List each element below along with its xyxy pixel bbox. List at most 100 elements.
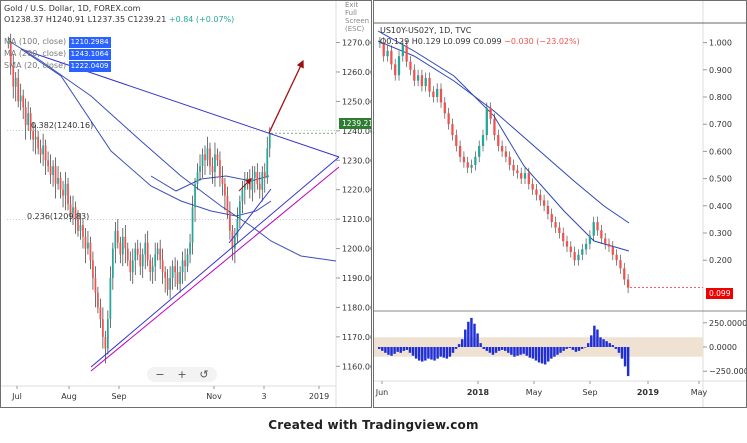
oscillator-bar — [614, 347, 618, 349]
price-tick-label: 1260.00 — [342, 68, 372, 77]
gold-candle-up — [236, 219, 239, 237]
oscillator-bar — [510, 347, 513, 355]
spread-candle-down — [455, 135, 458, 146]
oscillator-bar — [405, 347, 409, 350]
oscillator-bar — [531, 347, 535, 359]
oscillator-bar — [384, 347, 387, 353]
oscillator-bar — [605, 341, 608, 347]
gold-candle-down — [119, 242, 122, 255]
gold-candle-up — [241, 189, 244, 202]
spread-tick-label: 1.000 — [709, 39, 732, 48]
spread-candle-down — [451, 124, 454, 136]
spread-candle-down — [405, 45, 408, 62]
spread-candle-up — [523, 173, 527, 179]
gold-chart-panel[interactable]: 1160.00 1170.00 1180.00 1190.00 1200.00 1210.… — [0, 0, 372, 408]
gold-candle-down — [62, 189, 64, 196]
oscillator-tick-label: 250.0000 — [709, 319, 747, 328]
gold-candle-up — [251, 177, 254, 190]
gold-candle-down — [258, 183, 261, 190]
spread-candle-down — [493, 118, 496, 136]
price-tick-label: 1190.00 — [342, 274, 372, 283]
spread-candle-up — [592, 222, 595, 236]
gold-ma200-label: MA (200, close) — [4, 49, 67, 58]
oscillator-tick-label: −250.0000 — [709, 367, 747, 376]
oscillator-bar — [500, 347, 504, 350]
gold-ma100-value: 1210.2984 — [68, 37, 111, 48]
exit-fullscreen-button[interactable]: Exit Full Screen (ESC) — [345, 1, 371, 33]
gold-candle-down — [216, 154, 219, 161]
zoom-out-button[interactable]: − — [153, 368, 167, 381]
spread-candle-down — [604, 238, 607, 244]
spread-candle-up — [584, 243, 588, 250]
gold-candle-down — [22, 95, 25, 108]
spread-candle-up — [577, 254, 580, 261]
spread-last-value-tag: 0.099 — [706, 288, 734, 299]
gold-candle-up — [19, 95, 22, 102]
price-tick-label: 1170.00 — [342, 333, 372, 342]
oscillator-bar — [596, 329, 599, 347]
price-tick-label: 1180.00 — [342, 303, 372, 312]
oscillator-bar — [553, 347, 556, 357]
oscillator-bar — [608, 343, 611, 347]
spread-tick-label: 0.200 — [709, 256, 732, 265]
oscillator-bar — [507, 347, 510, 353]
gold-candle-up — [181, 260, 184, 273]
spread-candle-down — [432, 91, 435, 97]
oscillator-bar — [565, 347, 568, 349]
oscillator-bar — [387, 347, 390, 355]
oscillator-bar — [448, 347, 452, 357]
oscillator-bar — [593, 325, 596, 347]
spread-candle-up — [581, 249, 584, 255]
gold-candle-down — [209, 148, 211, 167]
oscillator-bar — [522, 347, 525, 354]
gold-candle-up — [14, 77, 17, 87]
spread-candle-down — [596, 222, 599, 231]
oscillator-bar — [470, 317, 473, 347]
oscillator-bar — [421, 347, 424, 362]
price-tick-label: 1230.00 — [342, 156, 372, 165]
oscillator-bar — [491, 347, 495, 355]
reset-zoom-button[interactable]: ↺ — [197, 368, 211, 381]
oscillator-bar — [574, 347, 578, 352]
gold-sma20-label: SMA (20, close) — [4, 61, 67, 70]
gold-candle-up — [27, 113, 30, 125]
gold-candle-down — [159, 248, 162, 261]
oscillator-bar — [433, 347, 436, 361]
gold-candle-up — [266, 148, 269, 178]
spread-candle-down — [623, 268, 626, 280]
oscillator-bar — [626, 347, 630, 377]
gold-sma20-value: 1222.0409 — [68, 61, 111, 72]
spread-candle-down — [500, 145, 504, 152]
spread-candle-down — [439, 88, 443, 103]
spread-candle-down — [550, 213, 553, 223]
spread-candle-up — [416, 75, 420, 81]
spread-candle-down — [458, 145, 462, 157]
spread-candle-down — [489, 107, 492, 119]
zoom-in-button[interactable]: + — [175, 368, 189, 381]
spread-candle-down — [390, 50, 393, 65]
spread-candle-down — [447, 113, 450, 125]
gold-candle-down — [47, 160, 49, 167]
gold-candle-down — [54, 166, 57, 184]
spread-time-tick-label: May — [526, 388, 543, 397]
gold-candle-down — [166, 277, 169, 290]
fib-level-0382: 0.382(1240.16) — [31, 121, 94, 130]
yield-spread-chart-canvas[interactable]: 1.000 0.900 0.800 0.700 0.600 0.500 0.400 0.300… — [374, 1, 747, 408]
gold-candle-up — [171, 266, 174, 278]
oscillator-bar — [599, 337, 602, 347]
gold-candle-down — [146, 242, 149, 261]
oscillator-bar — [454, 347, 458, 349]
spread-candle-down — [542, 200, 546, 206]
spread-candle-up — [397, 56, 401, 76]
gold-candle-down — [89, 242, 92, 261]
time-tick-label: 3 — [261, 392, 266, 401]
spread-candle-down — [607, 243, 611, 247]
spread-candle-down — [462, 156, 466, 163]
gold-lower-trendline — [90, 156, 340, 368]
price-tick-label: 1200.00 — [342, 245, 372, 254]
gold-candle-down — [221, 177, 224, 184]
spread-candle-up — [481, 135, 485, 146]
yield-spread-chart-panel[interactable]: 1.000 0.900 0.800 0.700 0.600 0.500 0.400 0.300… — [373, 0, 747, 408]
gold-last-price-tag: 1239.21 — [339, 118, 371, 129]
oscillator-bar — [583, 347, 587, 348]
